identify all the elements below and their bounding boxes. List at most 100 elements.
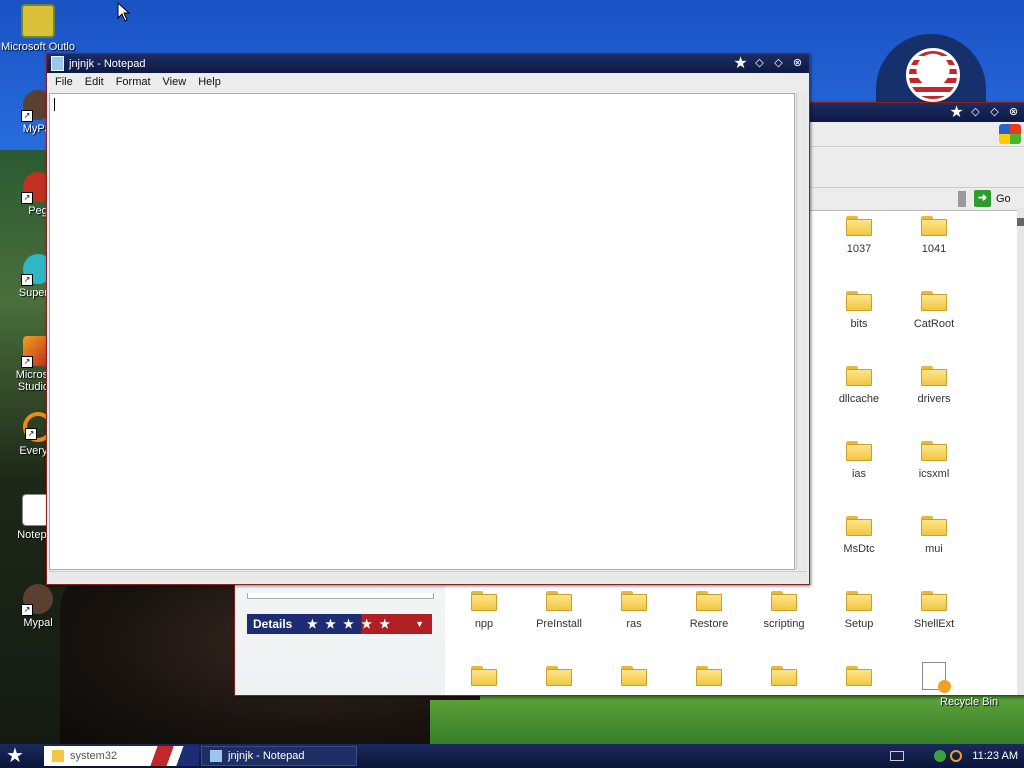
folder-item[interactable]: [525, 666, 593, 693]
taskbar-item-label: system32: [70, 750, 118, 762]
folder-item[interactable]: icsxml: [900, 441, 968, 480]
folder-label: PreInstall: [536, 618, 582, 630]
folder-icon: [846, 216, 872, 236]
explorer-scrollbar[interactable]: [1017, 208, 1024, 695]
folder-item[interactable]: ras: [600, 591, 668, 630]
minimize-button[interactable]: ◇: [752, 57, 767, 70]
folder-icon: [846, 291, 872, 311]
folder-icon: [471, 591, 497, 611]
menu-help[interactable]: Help: [192, 76, 227, 88]
menu-format[interactable]: Format: [110, 76, 157, 88]
folder-icon: [546, 591, 572, 611]
windows-logo-icon: [999, 124, 1021, 144]
desktop-icon-label: Microsoft Outlo: [1, 41, 75, 53]
details-section-header[interactable]: Details ★ ★ ★ ★ ★ ▼: [247, 614, 432, 634]
folder-item[interactable]: ShellExt: [900, 591, 968, 630]
folder-item[interactable]: 1041: [900, 216, 968, 255]
folder-label: icsxml: [918, 468, 950, 480]
folder-item[interactable]: Restore: [675, 591, 743, 630]
task-pane-box: [247, 593, 434, 599]
notepad-text-area[interactable]: [49, 93, 795, 570]
taskbar-item-notepad[interactable]: jnjnjk - Notepad: [201, 746, 357, 766]
minimize-button[interactable]: ◇: [968, 106, 983, 119]
folder-label: ias: [851, 468, 867, 480]
folder-item[interactable]: [600, 666, 668, 693]
close-button[interactable]: ⊗: [790, 57, 805, 70]
desktop-icon-outlook[interactable]: Microsoft Outlo: [0, 4, 76, 53]
folder-icon: [546, 666, 572, 686]
folder-icon: [846, 591, 872, 611]
file-item[interactable]: [900, 662, 968, 695]
chevron-down-icon[interactable]: ▼: [415, 614, 424, 634]
close-button[interactable]: ⊗: [1006, 106, 1021, 119]
notepad-icon: [210, 750, 222, 762]
folder-item[interactable]: scripting: [750, 591, 818, 630]
start-button[interactable]: ★: [6, 745, 24, 767]
folder-item[interactable]: bits: [825, 291, 893, 330]
folder-item[interactable]: CatRoot: [900, 291, 968, 330]
folder-label: ShellExt: [913, 618, 955, 630]
folder-icon: [921, 366, 947, 386]
folder-item[interactable]: Setup: [825, 591, 893, 630]
folder-icon: [846, 666, 872, 686]
keyboard-icon[interactable]: [890, 751, 905, 761]
taskbar-item-label: jnjnjk - Notepad: [228, 750, 305, 762]
folder-icon: [771, 591, 797, 611]
folder-item[interactable]: [750, 666, 818, 693]
folder-item[interactable]: PreInstall: [525, 591, 593, 630]
folder-label: ras: [626, 618, 642, 630]
folder-label: Setup: [844, 618, 874, 630]
menu-view[interactable]: View: [157, 76, 193, 88]
folder-icon: [846, 516, 872, 536]
folder-icon: [921, 591, 947, 611]
folder-item[interactable]: npp: [450, 591, 518, 630]
menu-edit[interactable]: Edit: [79, 76, 110, 88]
folder-item[interactable]: MsDtc: [825, 516, 893, 555]
notepad-title: jnjnjk - Notepad: [69, 57, 146, 70]
network-icon[interactable]: [934, 750, 947, 762]
folder-icon: [921, 441, 947, 461]
search-icon[interactable]: [950, 750, 963, 762]
folder-icon: [471, 666, 497, 686]
folder-item[interactable]: mui: [900, 516, 968, 555]
folder-label: npp: [474, 618, 494, 630]
go-arrow-icon: ➜: [974, 190, 991, 207]
clock[interactable]: 11:23 AM: [972, 750, 1018, 762]
mouse-cursor-icon: [117, 2, 131, 22]
folder-icon: [621, 666, 647, 686]
folder-icon: [921, 216, 947, 236]
vertical-scrollbar[interactable]: [796, 93, 807, 570]
folder-item[interactable]: ias: [825, 441, 893, 480]
maximize-button[interactable]: ◇: [987, 106, 1002, 119]
folder-icon: [921, 516, 947, 536]
folder-item[interactable]: [825, 666, 893, 693]
folder-item[interactable]: dllcache: [825, 366, 893, 405]
maximize-button[interactable]: ◇: [771, 57, 786, 70]
folder-label: bits: [850, 318, 868, 330]
folder-label: dllcache: [838, 393, 880, 405]
folder-icon: [621, 591, 647, 611]
desktop-icon-label: Mypal: [23, 617, 53, 629]
folder-label: 1041: [921, 243, 947, 255]
desktop-icon-mypal2[interactable]: ↗ Mypal: [0, 584, 76, 629]
recycle-bin-label[interactable]: Recycle Bin: [940, 696, 998, 708]
horizontal-scrollbar[interactable]: [49, 571, 807, 582]
folder-item[interactable]: 1037: [825, 216, 893, 255]
folder-icon: [846, 366, 872, 386]
folder-icon: [52, 750, 64, 762]
folder-item[interactable]: [675, 666, 743, 693]
folder-item[interactable]: drivers: [900, 366, 968, 405]
folder-icon: [921, 291, 947, 311]
folder-label: CatRoot: [913, 318, 955, 330]
outlook-icon: [21, 4, 55, 38]
stars-decoration: ★ ★ ★ ★ ★: [307, 617, 393, 631]
menu-file[interactable]: File: [49, 76, 79, 88]
address-dropdown-button[interactable]: [958, 191, 966, 207]
go-button[interactable]: ➜ Go: [974, 190, 1011, 207]
folder-label: 1037: [846, 243, 872, 255]
folder-item[interactable]: [450, 666, 518, 693]
text-caret: [54, 98, 55, 111]
taskbar-item-system32[interactable]: system32: [44, 746, 199, 766]
notepad-window[interactable]: jnjnjk - Notepad ★ ◇ ◇ ⊗ File Edit Forma…: [46, 53, 810, 585]
notepad-titlebar[interactable]: jnjnjk - Notepad ★ ◇ ◇ ⊗: [47, 54, 809, 73]
